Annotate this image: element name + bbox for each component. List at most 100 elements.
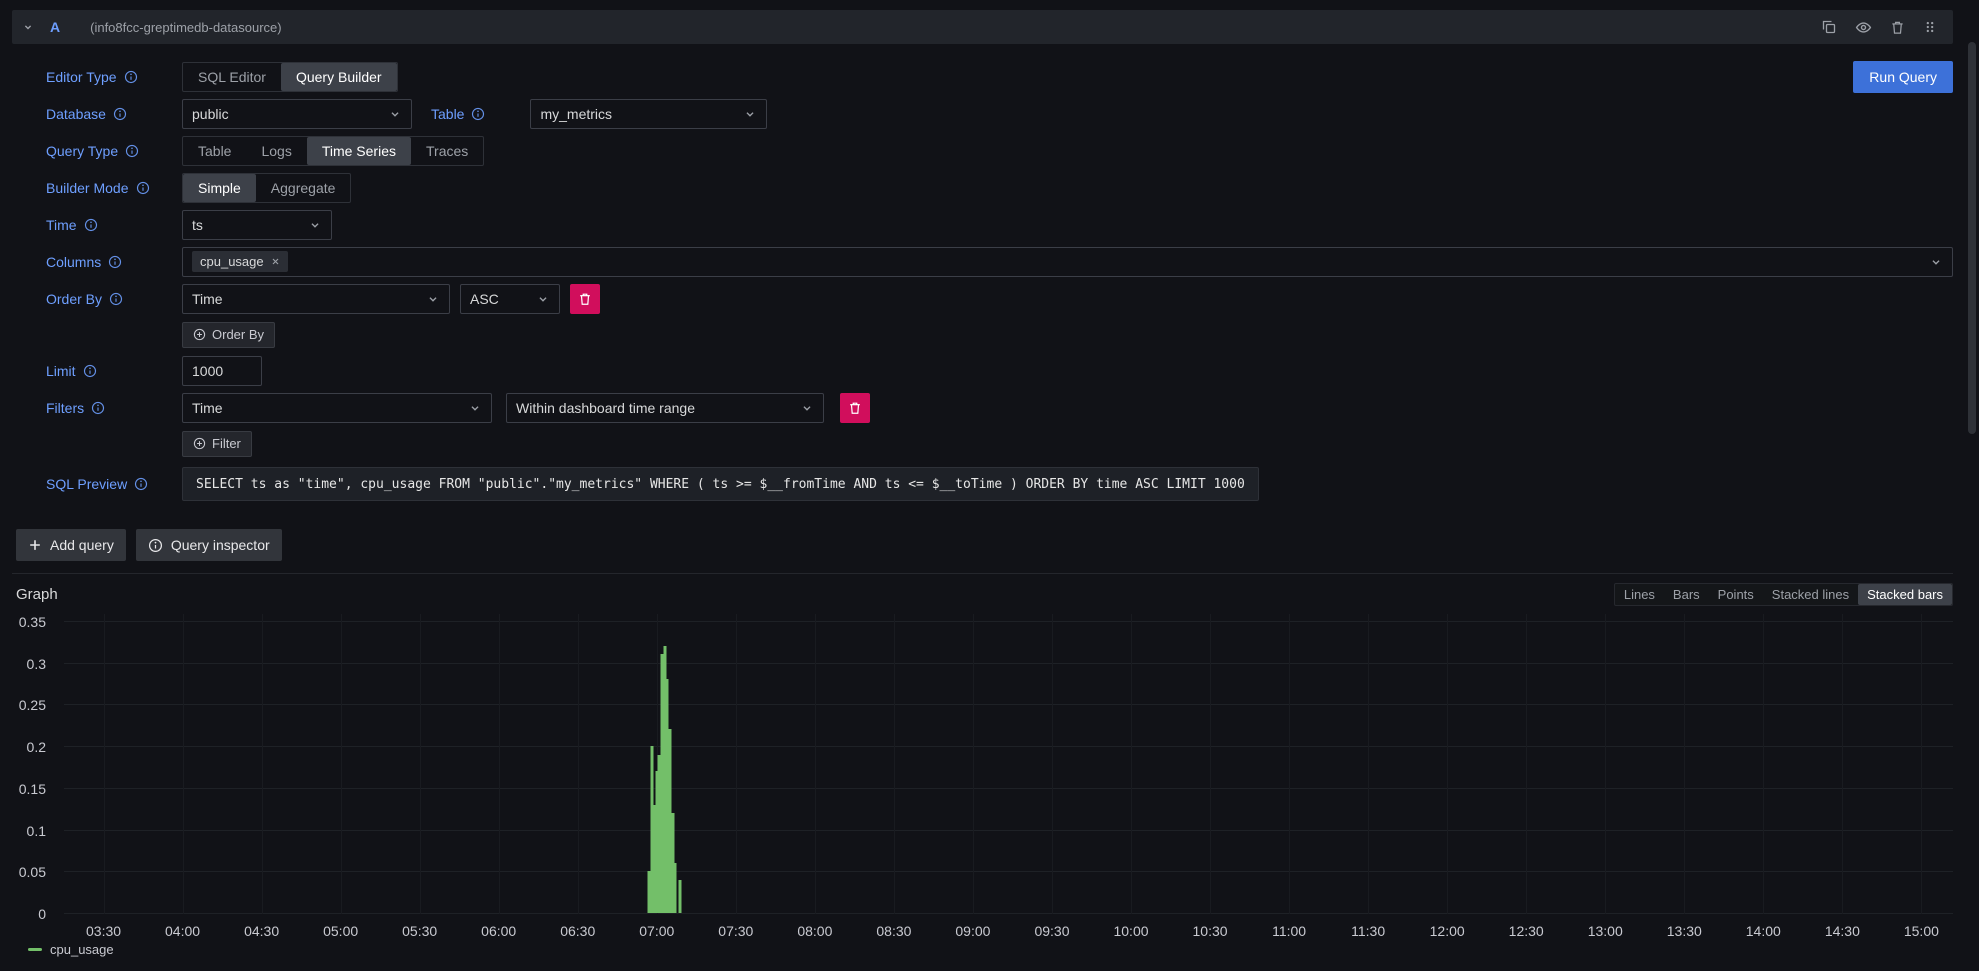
query-type-option-time-series[interactable]: Time Series bbox=[307, 137, 411, 165]
query-type-label: Query Type bbox=[46, 143, 182, 159]
y-tick-label: 0.25 bbox=[19, 697, 46, 713]
add-query-button[interactable]: Add query bbox=[16, 529, 126, 561]
database-select-value: public bbox=[192, 106, 229, 122]
grid-line-x bbox=[183, 614, 184, 914]
order-by-direction-select[interactable]: ASC bbox=[460, 284, 560, 314]
builder-mode-option-aggregate[interactable]: Aggregate bbox=[256, 174, 351, 202]
grid-line-x bbox=[1526, 614, 1527, 914]
scrollbar-thumb[interactable] bbox=[1968, 42, 1976, 434]
chevron-down-icon bbox=[388, 107, 402, 121]
grid-line-x bbox=[1289, 614, 1290, 914]
limit-input[interactable] bbox=[182, 356, 262, 386]
collapse-query-icon[interactable] bbox=[22, 21, 34, 33]
grid-line-x bbox=[420, 614, 421, 914]
drag-handle-icon[interactable] bbox=[1923, 20, 1937, 34]
run-query-button[interactable]: Run Query bbox=[1853, 61, 1953, 93]
builder-mode-row: Builder Mode Simple Aggregate bbox=[46, 169, 1953, 206]
query-inspector-button[interactable]: Query inspector bbox=[136, 529, 282, 561]
info-icon[interactable] bbox=[471, 107, 485, 121]
columns-row: Columns cpu_usage bbox=[46, 243, 1953, 280]
builder-mode-option-simple[interactable]: Simple bbox=[183, 174, 256, 202]
info-icon[interactable] bbox=[124, 70, 138, 84]
draw-mode-stacked-bars[interactable]: Stacked bars bbox=[1858, 584, 1952, 605]
remove-column-icon[interactable] bbox=[271, 257, 280, 266]
remove-order-by-button[interactable] bbox=[570, 284, 600, 314]
table-select[interactable]: my_metrics bbox=[530, 99, 767, 129]
x-axis-labels: 03:3004:0004:3005:0005:3006:0006:3007:00… bbox=[64, 914, 1953, 940]
x-tick-label: 10:00 bbox=[1113, 923, 1148, 939]
info-icon[interactable] bbox=[83, 364, 97, 378]
filters-label: Filters bbox=[46, 400, 182, 416]
field-label-text: Table bbox=[431, 106, 464, 122]
columns-multiselect[interactable]: cpu_usage bbox=[182, 247, 1953, 277]
y-tick-label: 0.2 bbox=[27, 739, 46, 755]
info-icon[interactable] bbox=[136, 181, 150, 195]
draw-mode-lines[interactable]: Lines bbox=[1615, 584, 1664, 605]
x-tick-label: 04:30 bbox=[244, 923, 279, 939]
table-select-value: my_metrics bbox=[540, 106, 612, 122]
sql-preview-code: SELECT ts as "time", cpu_usage FROM "pub… bbox=[182, 467, 1259, 501]
add-order-by-button[interactable]: Order By bbox=[182, 322, 275, 348]
grid-line-x bbox=[1052, 614, 1053, 914]
query-ref-letter[interactable]: A bbox=[50, 19, 60, 35]
chart-bar[interactable] bbox=[674, 863, 677, 913]
info-icon[interactable] bbox=[108, 255, 122, 269]
y-tick-label: 0.05 bbox=[19, 864, 46, 880]
order-by-column-select[interactable]: Time bbox=[182, 284, 450, 314]
copy-icon[interactable] bbox=[1821, 19, 1837, 35]
eye-icon[interactable] bbox=[1855, 19, 1872, 36]
selected-column-chip[interactable]: cpu_usage bbox=[192, 251, 288, 272]
x-tick-label: 14:30 bbox=[1825, 923, 1860, 939]
info-icon[interactable] bbox=[84, 218, 98, 232]
draw-mode-toggle: Lines Bars Points Stacked lines Stacked … bbox=[1614, 583, 1953, 606]
grid-line-x bbox=[1763, 614, 1764, 914]
x-tick-label: 06:30 bbox=[560, 923, 595, 939]
chevron-down-icon bbox=[743, 107, 757, 121]
add-filter-text: Filter bbox=[212, 436, 241, 451]
remove-filter-button[interactable] bbox=[840, 393, 870, 423]
chart-legend: cpu_usage bbox=[28, 942, 1953, 957]
time-row: Time ts bbox=[46, 206, 1953, 243]
draw-mode-stacked-lines[interactable]: Stacked lines bbox=[1763, 584, 1858, 605]
info-icon[interactable] bbox=[109, 292, 123, 306]
query-type-option-logs[interactable]: Logs bbox=[246, 137, 306, 165]
filter-column-value: Time bbox=[192, 400, 223, 416]
info-icon[interactable] bbox=[125, 144, 139, 158]
sql-preview-label: SQL Preview bbox=[46, 476, 182, 492]
filter-column-select[interactable]: Time bbox=[182, 393, 492, 423]
draw-mode-bars[interactable]: Bars bbox=[1664, 584, 1709, 605]
info-icon[interactable] bbox=[113, 107, 127, 121]
query-inspector-text: Query inspector bbox=[171, 537, 270, 553]
database-select[interactable]: public bbox=[182, 99, 412, 129]
editor-type-label: Editor Type bbox=[46, 69, 182, 85]
editor-type-option-query-builder[interactable]: Query Builder bbox=[281, 63, 397, 91]
draw-mode-points[interactable]: Points bbox=[1709, 584, 1763, 605]
time-column-select[interactable]: ts bbox=[182, 210, 332, 240]
query-row-header: A (info8fcc-greptimedb-datasource) bbox=[12, 10, 1953, 44]
info-icon[interactable] bbox=[91, 401, 105, 415]
query-type-option-traces[interactable]: Traces bbox=[411, 137, 483, 165]
field-label-text: Limit bbox=[46, 363, 76, 379]
query-type-row: Query Type Table Logs Time Series Traces bbox=[46, 132, 1953, 169]
plot-area[interactable] bbox=[64, 614, 1953, 914]
editor-type-option-sql-editor[interactable]: SQL Editor bbox=[183, 63, 281, 91]
order-by-label: Order By bbox=[46, 291, 182, 307]
chart-bar[interactable] bbox=[679, 880, 682, 913]
sql-preview-row: SQL Preview SELECT ts as "time", cpu_usa… bbox=[46, 461, 1953, 507]
x-tick-label: 07:00 bbox=[639, 923, 674, 939]
grid-line-x bbox=[1842, 614, 1843, 914]
x-tick-label: 05:30 bbox=[402, 923, 437, 939]
x-tick-label: 12:00 bbox=[1430, 923, 1465, 939]
grid-line-x bbox=[578, 614, 579, 914]
query-type-option-table[interactable]: Table bbox=[183, 137, 246, 165]
info-icon[interactable] bbox=[134, 477, 148, 491]
legend-series-label[interactable]: cpu_usage bbox=[50, 942, 114, 957]
filter-condition-select[interactable]: Within dashboard time range bbox=[506, 393, 824, 423]
y-tick-label: 0.15 bbox=[19, 781, 46, 797]
info-circle-icon bbox=[148, 538, 163, 553]
trash-icon[interactable] bbox=[1890, 20, 1905, 35]
field-label-text: Database bbox=[46, 106, 106, 122]
add-filter-button[interactable]: Filter bbox=[182, 431, 252, 457]
x-tick-label: 10:30 bbox=[1193, 923, 1228, 939]
editor-type-row: Editor Type SQL Editor Query Builder Run… bbox=[46, 58, 1953, 95]
